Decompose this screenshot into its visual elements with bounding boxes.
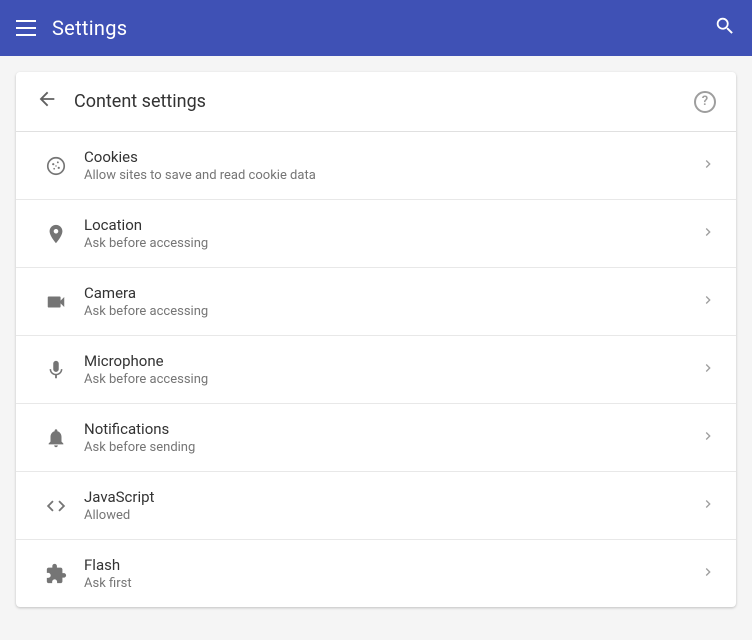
location-subtitle: Ask before accessing — [84, 236, 700, 251]
subheader: Content settings ? — [16, 72, 736, 132]
microphone-text: Microphone Ask before accessing — [84, 352, 700, 387]
flash-chevron — [700, 564, 716, 584]
camera-subtitle: Ask before accessing — [84, 304, 700, 319]
search-icon[interactable] — [714, 15, 736, 42]
cookies-icon — [36, 155, 76, 177]
flash-subtitle: Ask first — [84, 576, 700, 591]
settings-item-notifications[interactable]: Notifications Ask before sending — [16, 404, 736, 472]
location-text: Location Ask before accessing — [84, 216, 700, 251]
header-left: Settings — [16, 16, 127, 40]
settings-item-location[interactable]: Location Ask before accessing — [16, 200, 736, 268]
microphone-icon — [36, 359, 76, 381]
settings-item-javascript[interactable]: JavaScript Allowed — [16, 472, 736, 540]
notifications-icon — [36, 427, 76, 449]
app-header: Settings — [0, 0, 752, 56]
javascript-title: JavaScript — [84, 488, 700, 506]
settings-list: Cookies Allow sites to save and read coo… — [16, 132, 736, 607]
camera-title: Camera — [84, 284, 700, 302]
menu-icon[interactable] — [16, 20, 36, 36]
back-button[interactable] — [36, 88, 58, 115]
cookies-text: Cookies Allow sites to save and read coo… — [84, 148, 700, 183]
cookies-chevron — [700, 156, 716, 176]
notifications-text: Notifications Ask before sending — [84, 420, 700, 455]
settings-item-camera[interactable]: Camera Ask before accessing — [16, 268, 736, 336]
cookies-subtitle: Allow sites to save and read cookie data — [84, 168, 700, 183]
javascript-chevron — [700, 496, 716, 516]
flash-icon — [36, 563, 76, 585]
content-panel: Content settings ? Cookies Allow sites t… — [16, 72, 736, 607]
location-chevron — [700, 224, 716, 244]
microphone-title: Microphone — [84, 352, 700, 370]
cookies-title: Cookies — [84, 148, 700, 166]
javascript-subtitle: Allowed — [84, 508, 700, 523]
subheader-left: Content settings — [36, 88, 206, 115]
settings-item-flash[interactable]: Flash Ask first — [16, 540, 736, 607]
camera-icon — [36, 291, 76, 313]
notifications-title: Notifications — [84, 420, 700, 438]
microphone-chevron — [700, 360, 716, 380]
help-icon[interactable]: ? — [694, 91, 716, 113]
settings-item-microphone[interactable]: Microphone Ask before accessing — [16, 336, 736, 404]
javascript-icon — [36, 495, 76, 517]
camera-chevron — [700, 292, 716, 312]
microphone-subtitle: Ask before accessing — [84, 372, 700, 387]
header-title: Settings — [52, 16, 127, 40]
javascript-text: JavaScript Allowed — [84, 488, 700, 523]
settings-item-cookies[interactable]: Cookies Allow sites to save and read coo… — [16, 132, 736, 200]
notifications-chevron — [700, 428, 716, 448]
flash-title: Flash — [84, 556, 700, 574]
location-icon — [36, 223, 76, 245]
camera-text: Camera Ask before accessing — [84, 284, 700, 319]
notifications-subtitle: Ask before sending — [84, 440, 700, 455]
subheader-title: Content settings — [74, 91, 206, 112]
flash-text: Flash Ask first — [84, 556, 700, 591]
location-title: Location — [84, 216, 700, 234]
